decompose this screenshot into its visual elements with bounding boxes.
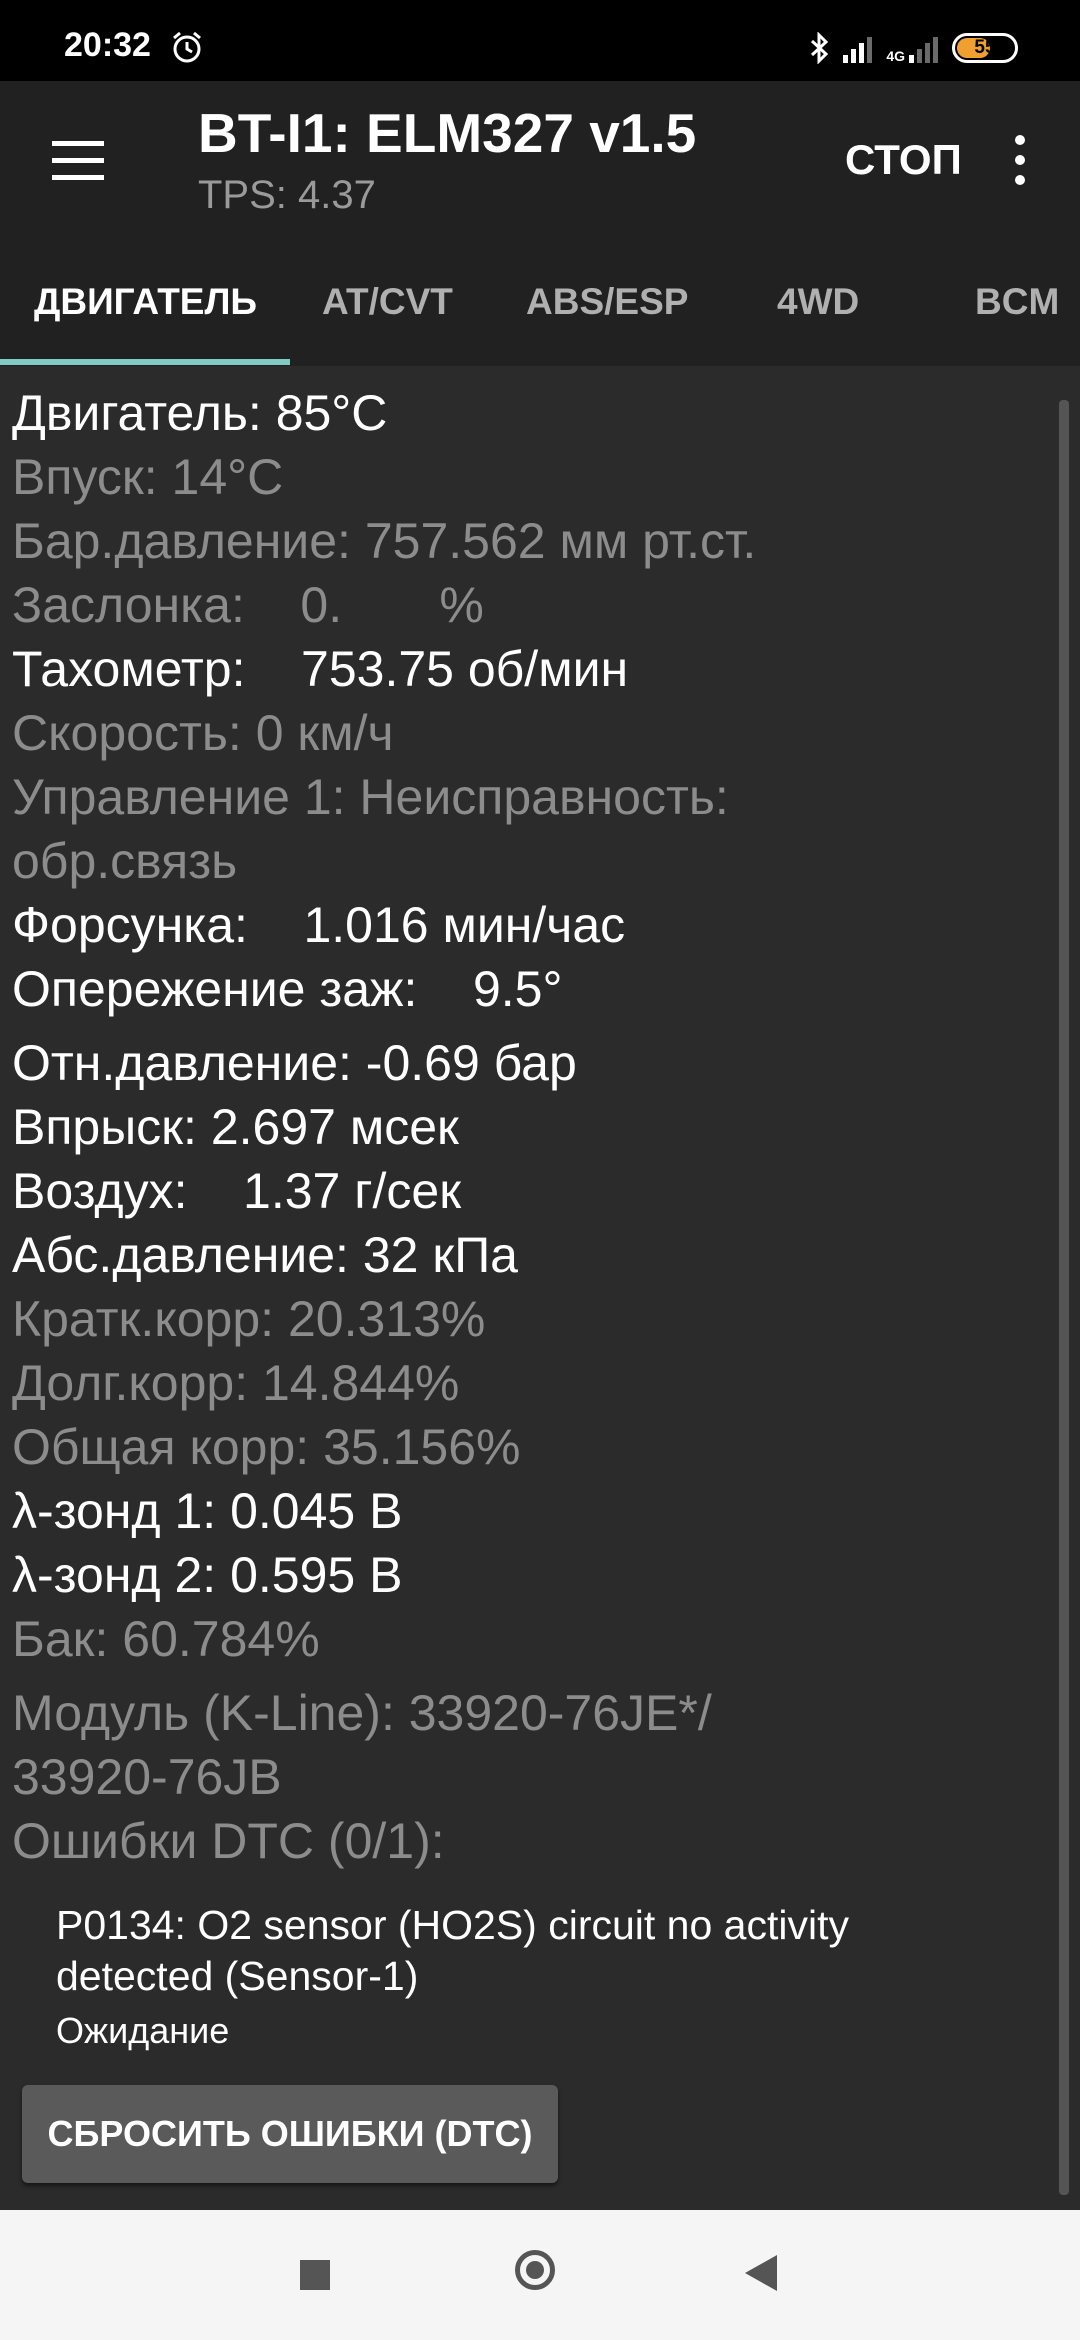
network-type-label: 4G [886,48,905,64]
reading-throttle: Заслонка: 0. % [12,577,484,633]
reading-lambda-1: λ-зонд 1: 0.045 В [12,1483,403,1539]
tab-bar: ДВИГАТЕЛЬ AT/CVT ABS/ESP 4WD BCM [0,241,1080,366]
reading-long-trim: Долг.корр: 14.844% [12,1355,460,1411]
reading-intake-temp: Впуск: 14°C [12,449,284,505]
reading-speed: Скорость: 0 км/ч [12,705,394,761]
reading-control-1: Управление 1: Неисправность: [12,769,729,825]
reading-lambda-2: λ-зонд 2: 0.595 В [12,1547,403,1603]
reading-module-cont: 33920-76JB [12,1749,282,1805]
tab-4wd[interactable]: 4WD [777,281,859,323]
reading-baro-pressure: Бар.давление: 757.562 мм рт.ст. [12,513,757,569]
status-time: 20:32 [64,26,151,64]
app-subtitle: TPS: 4.37 [198,173,376,217]
bluetooth-icon [811,32,829,64]
signal-icon [843,33,873,63]
tab-abs-esp[interactable]: ABS/ESP [526,281,688,323]
back-icon[interactable] [745,2255,777,2291]
reading-rel-pressure: Отн.давление: -0.69 бар [12,1035,577,1091]
dtc-status: Ожидание [56,2010,230,2051]
reading-fuel-tank: Бак: 60.784% [12,1611,320,1667]
dtc-header: Ошибки DTC (0/1): [12,1813,445,1869]
recents-icon[interactable] [300,2260,330,2290]
tab-indicator [0,359,290,365]
status-bar: 20:32 4G 55 [0,0,1080,81]
battery-icon: 55 [952,33,1018,63]
battery-level: 55 [974,37,996,58]
reading-abs-pressure: Абс.давление: 32 кПа [12,1227,518,1283]
stop-button[interactable]: СТОП [845,136,962,184]
reading-module: Модуль (K-Line): 33920-76JE*/ [12,1685,712,1741]
app-title: BT-I1: ELM327 v1.5 [198,102,697,164]
scrollbar[interactable] [1059,400,1069,2195]
dtc-item: P0134: O2 sensor (HO2S) circuit no activ… [56,1900,1016,2052]
reading-ignition-advance: Опережение заж: 9.5° [12,961,563,1017]
more-vert-icon[interactable] [1009,135,1031,185]
system-nav-bar [0,2210,1080,2340]
hamburger-icon[interactable] [52,141,104,181]
reading-control-1-cont: обр.связь [12,833,238,889]
reading-short-trim: Кратк.корр: 20.313% [12,1291,486,1347]
reset-dtc-button[interactable]: СБРОСИТЬ ОШИБКИ (DTC) [22,2085,558,2183]
home-icon[interactable] [515,2250,555,2290]
signal-2-icon [909,33,938,63]
app-bar: BT-I1: ELM327 v1.5 TPS: 4.37 СТОП [0,81,1080,241]
reading-total-trim: Общая корр: 35.156% [12,1419,521,1475]
dtc-code-line-1: P0134: O2 sensor (HO2S) circuit no activ… [56,1902,849,1948]
tab-bcm[interactable]: BCM [975,281,1059,323]
reading-injection: Впрыск: 2.697 мсек [12,1099,459,1155]
reading-rpm: Тахометр: 753.75 об/мин [12,641,629,697]
network-4g-indicator: 4G [886,33,938,63]
reading-air-flow: Воздух: 1.37 г/сек [12,1163,462,1219]
reading-injector: Форсунка: 1.016 мин/час [12,897,626,953]
dtc-code-line-2: detected (Sensor-1) [56,1953,419,1999]
reading-engine-temp: Двигатель: 85°C [12,385,388,441]
alarm-icon [173,31,201,63]
tab-engine[interactable]: ДВИГАТЕЛЬ [34,281,257,323]
tab-at-cvt[interactable]: AT/CVT [322,281,453,323]
status-icons: 4G 55 [809,28,1018,68]
